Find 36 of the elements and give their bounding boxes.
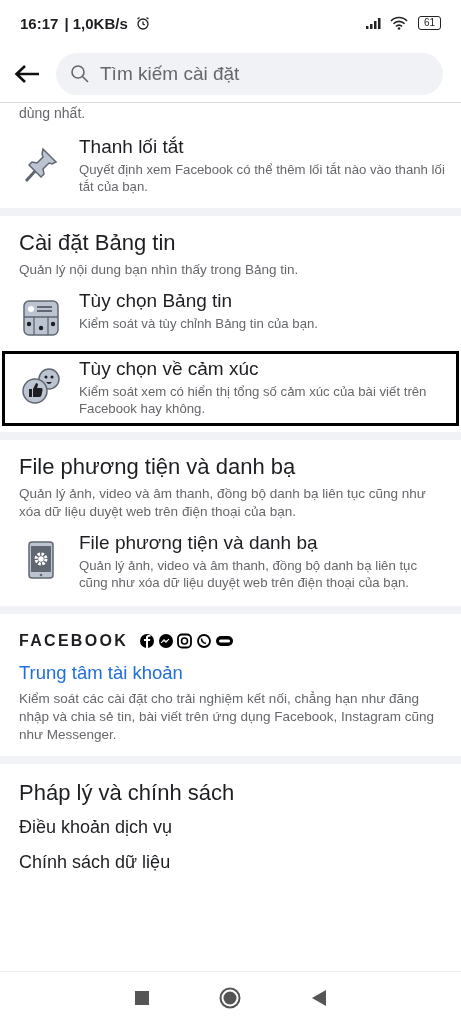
item-title: Thanh lối tắt (79, 136, 185, 158)
section-description: Quản lý nội dung bạn nhìn thấy trong Bảng tin. (18, 261, 300, 279)
item-description: Quyết định xem Facebook có thể thêm lối tắt nào vào thanh lối tắt của bạn. (79, 161, 446, 195)
section-description: dùng nhất. (18, 105, 87, 121)
back-arrow-icon[interactable] (14, 64, 40, 84)
back-button[interactable] (311, 990, 326, 1006)
alarm-icon (135, 16, 150, 30)
reactions-icon (21, 366, 61, 406)
item-description: Kiểm soát xem có hiển thị tổng số cảm xúc của bài viết trên Facebook hay không. (79, 383, 428, 417)
section-title: File phương tiện và danh bạ (18, 454, 297, 480)
section-title: Pháp lý và chính sách (18, 780, 236, 806)
accounts-center-link[interactable]: Trung tâm tài khoản (0, 658, 461, 690)
search-field[interactable]: Tìm kiếm cài đặt (56, 53, 443, 95)
policy-link[interactable]: Chính sách dữ liệu (0, 846, 461, 881)
brand-wordmark: FACEBOOK (19, 632, 129, 650)
news-feed-settings-icon (21, 298, 61, 338)
settings-item[interactable]: Tùy chọn Bảng tin Kiểm soát và tùy chỉnh Bảng tin của bạn. (2, 283, 459, 347)
section-title: Cài đặt Bảng tin (18, 230, 177, 256)
network-speed: | 1,0KB/s (64, 14, 128, 32)
settings-item[interactable]: Thanh lối tắt Quyết định xem Facebook có thể thêm lối tắt nào vào thanh lối tắt của bạn. (2, 129, 459, 204)
section-description: Quản lý ảnh, video và âm thanh, đồng bộ danh bạ liên tục cũng như xóa dữ liệu duyệt web trên điện thoại của bạn. (18, 485, 427, 521)
recents-button[interactable] (135, 991, 150, 1005)
settings-item[interactable]: Tùy chọn về cảm xúc Kiểm soát xem có hiển thị tổng số cảm xúc của bài viết trên Facebook hay không. (2, 351, 459, 426)
item-description: Quản lý ảnh, video và âm thanh, đồng bộ danh bạ liên tục cũng như xóa dữ liệu duyệt web trên điện thoại của bạn. (79, 557, 418, 591)
policy-link[interactable]: Điều khoản dịch vụ (0, 811, 461, 846)
home-button[interactable] (219, 987, 242, 1009)
wifi-icon (389, 16, 408, 30)
status-time: 16:17 (20, 14, 59, 32)
item-description: Kiểm soát và tùy chỉnh Bảng tin của bạn. (79, 315, 318, 332)
battery-indicator: 61 (417, 16, 441, 30)
item-title: Tùy chọn về cảm xúc (79, 358, 260, 380)
item-title: Tùy chọn Bảng tin (79, 290, 234, 312)
settings-item[interactable]: File phương tiện và danh bạ Quản lý ảnh, video và âm thanh, đồng bộ danh bạ liên tục cũng như xóa dữ liệu duyệt web trên điện thoại của bạn. (2, 525, 459, 600)
signal-icon (365, 17, 384, 29)
item-title: File phương tiện và danh bạ (79, 532, 319, 554)
section-description: Kiểm soát các cài đặt cho trải nghiệm kết nối, chẳng hạn như đăng nhập và chia sẻ tin, bài viết trên ứng dụng Facebook, Instagram cũng như Messenger. (18, 690, 436, 744)
